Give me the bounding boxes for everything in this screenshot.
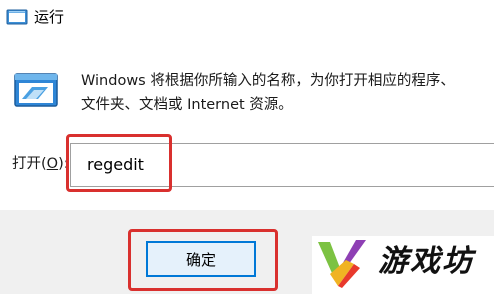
- description-line-2: 文件夹、文档或 Internet 资源。: [81, 97, 293, 113]
- description-line-1: Windows 将根据你所输入的名称，为你打开相应的程序、: [81, 73, 455, 89]
- button-highlight-box: [128, 229, 278, 291]
- open-label: 打开(O):: [12, 154, 69, 174]
- open-label-prefix: 打开(: [12, 156, 47, 172]
- run-icon: [6, 9, 28, 25]
- watermark: 游戏坊: [312, 236, 494, 294]
- run-description: Windows 将根据你所输入的名称，为你打开相应的程序、 文件夹、文档或 In…: [81, 69, 481, 117]
- open-label-accelerator: O: [46, 156, 59, 172]
- title-bar: 运行: [0, 0, 494, 34]
- run-program-icon: [14, 73, 58, 107]
- watermark-logo-icon: [318, 240, 366, 288]
- watermark-text: 游戏坊: [378, 244, 474, 279]
- run-dialog: 运行 Windows 将根据你所输入的名称，为你打开相应的程序、 文件夹、文档或…: [0, 0, 494, 294]
- window-title: 运行: [34, 8, 65, 26]
- input-highlight-box: [66, 134, 172, 192]
